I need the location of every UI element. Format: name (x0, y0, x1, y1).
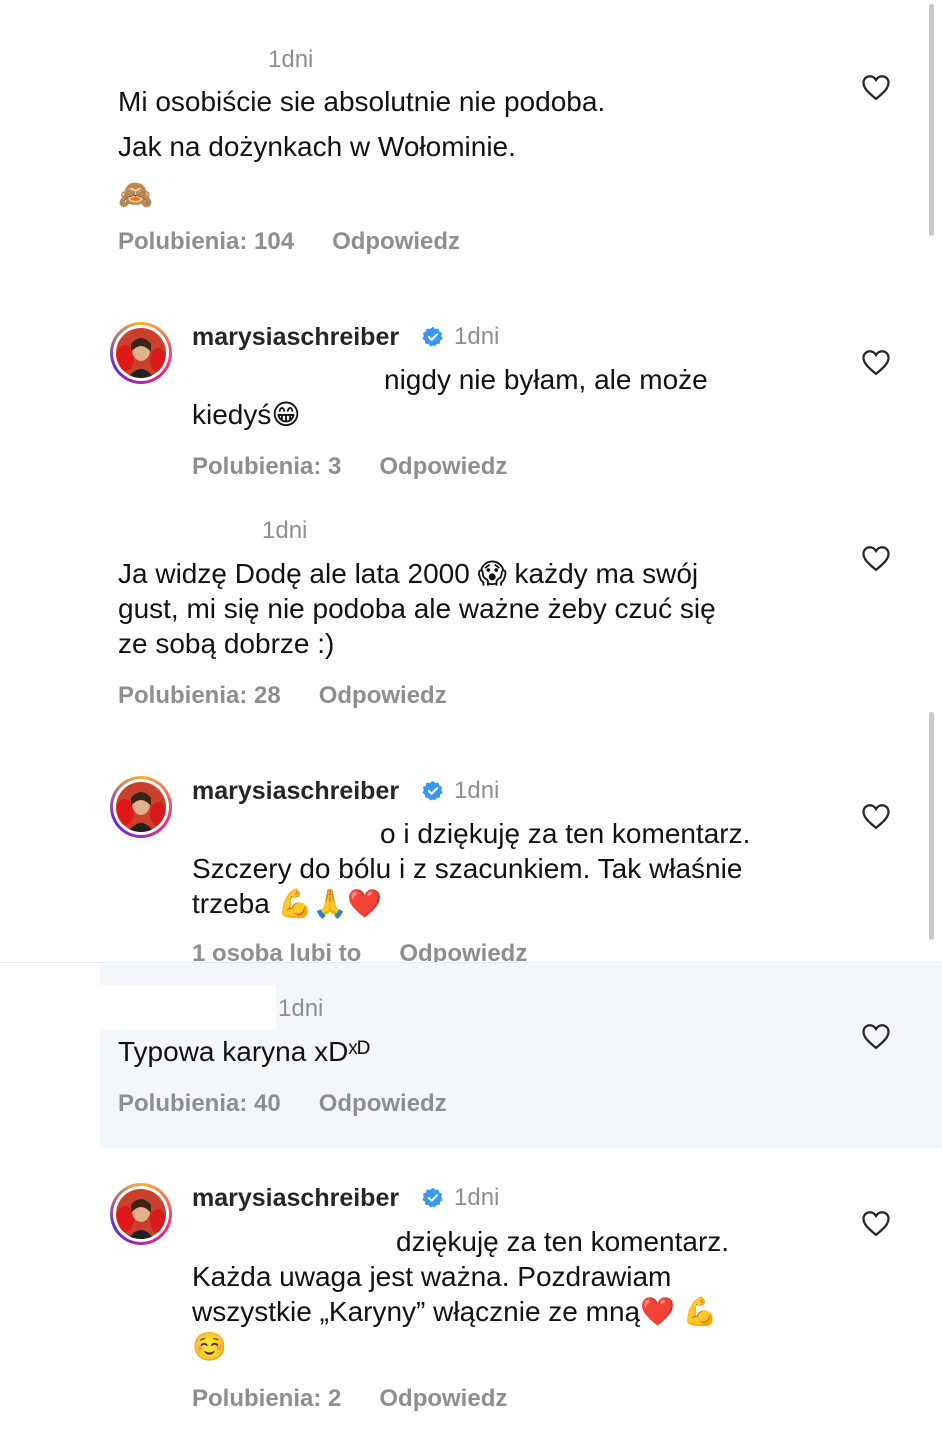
verified-badge-icon (422, 326, 443, 347)
heart-outline-icon[interactable] (861, 1209, 891, 1237)
comment-actions: Polubienia: 3 Odpowiedz (192, 453, 507, 481)
reply-button[interactable]: Odpowiedz (379, 1385, 507, 1412)
comment-line: gust, mi się nie podoba ale ważne żeby c… (118, 593, 716, 624)
comment-line: wszystkie „Karyny” włącznie ze mną❤️ 💪 (192, 1296, 718, 1327)
likes-count[interactable]: Polubienia: 28 (118, 682, 281, 709)
comment-actions: Polubienia: 2 Odpowiedz (192, 1385, 507, 1413)
reply-button[interactable]: Odpowiedz (379, 453, 507, 480)
heart-outline-icon[interactable] (861, 802, 891, 830)
username[interactable]: marysiaschreiber (192, 1184, 399, 1213)
verified-badge-icon (422, 1187, 443, 1208)
avatar[interactable] (110, 322, 172, 384)
comment-actions: Polubienia: 28 Odpowiedz (118, 682, 447, 710)
avatar[interactable] (110, 1183, 172, 1245)
heart-outline-icon[interactable] (861, 73, 891, 101)
comment-actions: Polubienia: 40 Odpowiedz (118, 1090, 447, 1118)
reply-button[interactable]: Odpowiedz (319, 1090, 447, 1117)
comment-line: ze sobą dobrze :) (118, 628, 335, 659)
likes-count[interactable]: Polubienia: 104 (118, 228, 294, 255)
comment-text: Ja widzę Dodę ale lata 2000 😱 każdy ma s… (118, 556, 716, 661)
comment-time: 1dni (278, 995, 324, 1022)
comment-actions: Polubienia: 104 Odpowiedz (118, 228, 460, 256)
comment-actions: 1 osoba lubi to Odpowiedz (192, 940, 527, 962)
comment-time: 1dni (454, 777, 500, 804)
likes-count[interactable]: Polubienia: 40 (118, 1090, 281, 1117)
comment-time: 1dni (262, 517, 308, 544)
likes-count[interactable]: 1 osoba lubi to (192, 940, 361, 962)
verified-badge-icon (422, 780, 443, 801)
divider (0, 962, 942, 963)
heart-outline-icon[interactable] (861, 348, 891, 376)
comment-line: dziękuję za ten komentarz. (396, 1226, 730, 1257)
see-no-evil-monkey-emoji: 🙈 (118, 179, 153, 210)
comment-text: dziękuję za ten komentarz. Każda uwaga j… (192, 1224, 729, 1364)
comment-text: Typowa karyna xDˣᴰ (118, 1034, 370, 1069)
reply-button[interactable]: Odpowiedz (399, 940, 527, 962)
comment-line: Szczery do bólu i z szacunkiem. Tak właś… (192, 853, 743, 884)
reply-button[interactable]: Odpowiedz (319, 682, 447, 709)
reply-button[interactable]: Odpowiedz (332, 228, 460, 255)
avatar-photo (116, 782, 166, 832)
avatar-photo (116, 328, 166, 378)
comment-line: Jak na dożynkach w Wołominie. (118, 131, 516, 162)
comment-line: o i dziękuję za ten komentarz. (380, 818, 751, 849)
comment-line: Każda uwaga jest ważna. Pozdrawiam (192, 1261, 672, 1292)
comment-text: o i dziękuję za ten komentarz. Szczery d… (192, 816, 750, 921)
scrollbar-thumb[interactable] (929, 712, 934, 940)
comment-time: 1dni (268, 46, 314, 73)
comment-line: nigdy nie byłam, ale może (384, 364, 708, 395)
redacted-username (8, 985, 276, 1029)
comment-line: Mi osobiście sie absolutnie nie podoba. (118, 86, 606, 117)
likes-count[interactable]: Polubienia: 2 (192, 1385, 341, 1412)
heart-outline-icon[interactable] (861, 544, 891, 572)
username[interactable]: marysiaschreiber (192, 323, 399, 352)
comment-line: ☺️ (192, 1331, 227, 1362)
comment-line: kiedyś😁 (192, 399, 301, 430)
comment-time: 1dni (454, 1184, 500, 1211)
comment-text: Mi osobiście sie absolutnie nie podoba. … (118, 84, 605, 209)
comment-line: trzeba 💪🙏❤️ (192, 888, 383, 919)
avatar[interactable] (110, 776, 172, 838)
likes-count[interactable]: Polubienia: 3 (192, 453, 341, 480)
comment-line: Ja widzę Dodę ale lata 2000 😱 każdy ma s… (118, 558, 699, 589)
comment-time: 1dni (454, 323, 500, 350)
comment-line: Typowa karyna xDˣᴰ (118, 1036, 371, 1067)
comment-text: nigdy nie byłam, ale może kiedyś😁 (192, 362, 708, 432)
heart-outline-icon[interactable] (861, 1022, 891, 1050)
username[interactable]: marysiaschreiber (192, 777, 399, 806)
scrollbar-thumb[interactable] (929, 4, 934, 236)
avatar-photo (116, 1189, 166, 1239)
